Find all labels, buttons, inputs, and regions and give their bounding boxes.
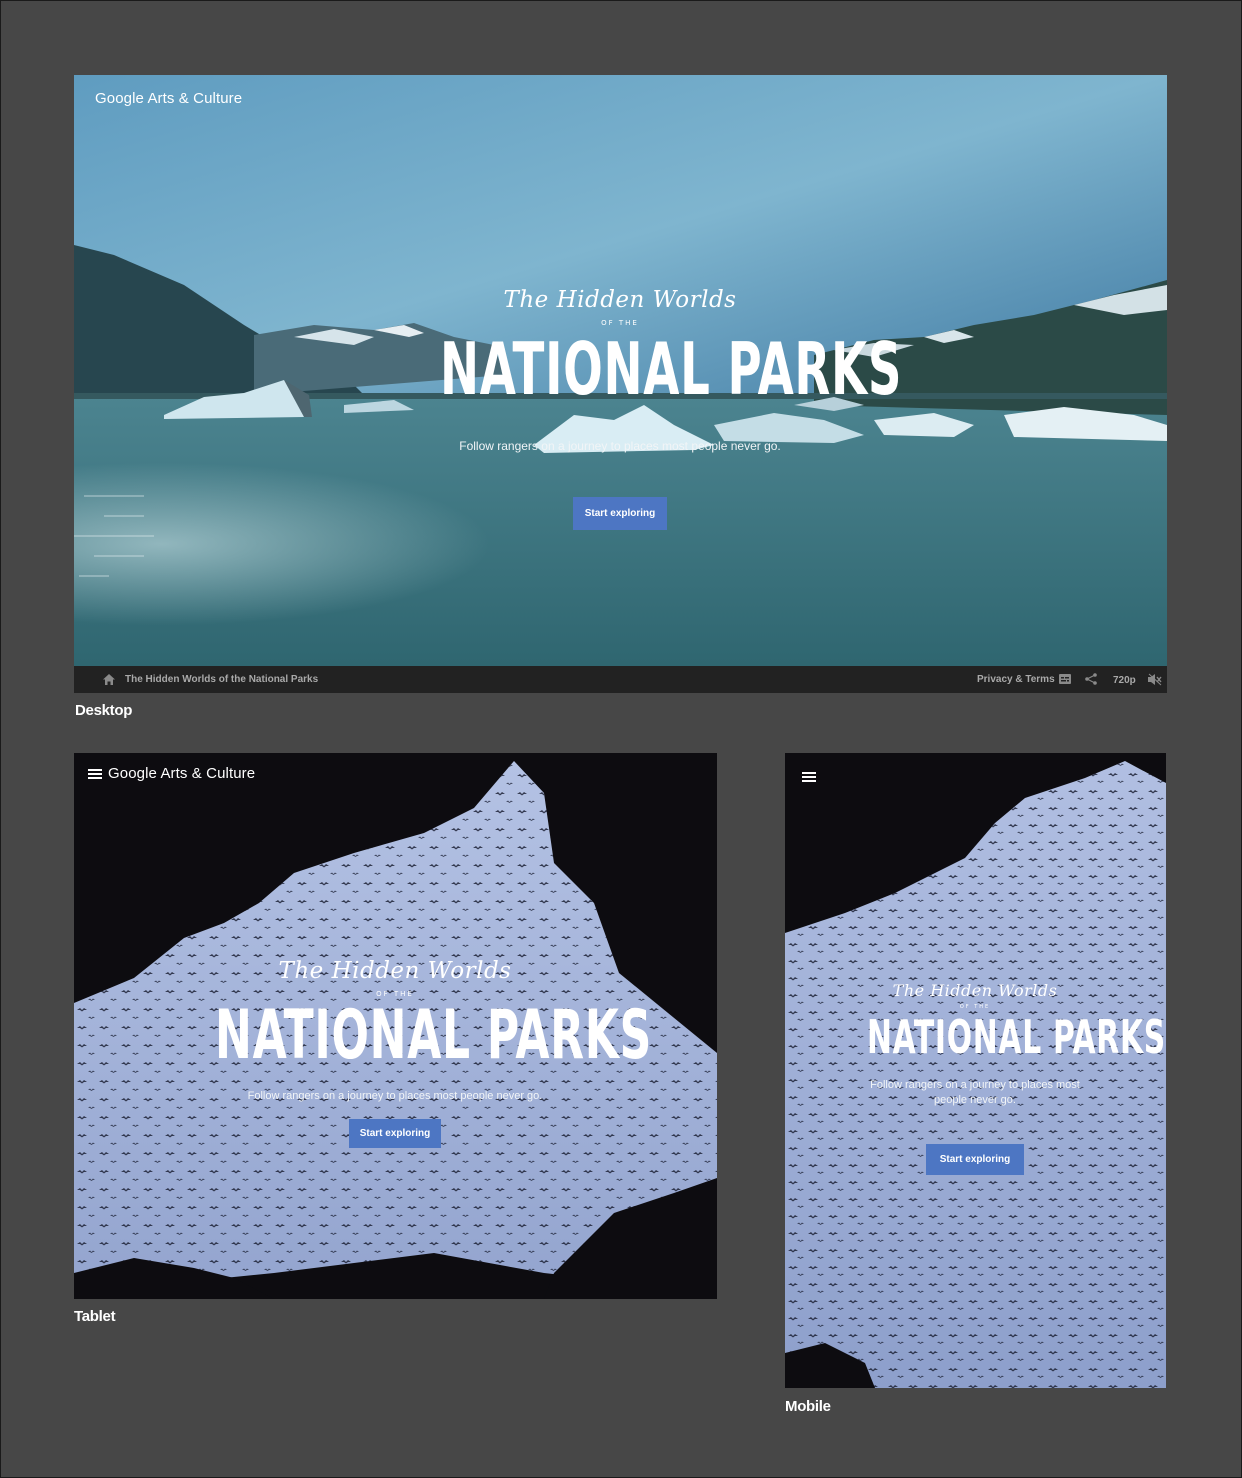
- hero-subtitle-line2: people never go.: [934, 1094, 1016, 1106]
- hero-title: NATIONAL PARKS: [867, 1010, 1166, 1064]
- brand-product: Arts & Culture: [160, 765, 256, 782]
- tablet-label: Tablet: [74, 1308, 116, 1325]
- brand-google: Google: [95, 90, 144, 107]
- brand-google: Google: [108, 765, 157, 782]
- hero-content: The Hidden Worlds OF THE NATIONAL PARKS …: [370, 287, 903, 530]
- home-icon[interactable]: [103, 674, 115, 685]
- hero-script-title: The Hidden Worlds: [892, 981, 1058, 1000]
- hero-script-title: The Hidden Worlds: [278, 958, 512, 984]
- share-icon[interactable]: [1085, 673, 1097, 685]
- hero-video-glacier: Google Arts & Culture The Hidden Worlds …: [74, 75, 1167, 666]
- hero-content: The Hidden Worlds OF THE NATIONAL PARKS …: [145, 958, 653, 1148]
- hero-content: The Hidden Worlds OF THE NATIONAL PARKS …: [825, 981, 1166, 1175]
- captions-icon[interactable]: [1059, 674, 1071, 684]
- hero-of-the: OF THE: [601, 319, 639, 327]
- quality-selector[interactable]: 720p: [1113, 675, 1136, 686]
- menu-icon[interactable]: [88, 769, 102, 779]
- desktop-mockup: Google Arts & Culture The Hidden Worlds …: [74, 75, 1167, 693]
- desktop-label: Desktop: [75, 702, 133, 719]
- mobile-label: Mobile: [785, 1398, 831, 1415]
- brand-logo[interactable]: Google Arts & Culture: [108, 765, 255, 782]
- mobile-mockup: The Hidden Worlds OF THE NATIONAL PARKS …: [785, 753, 1166, 1388]
- hero-title: NATIONAL PARKS: [440, 327, 903, 411]
- hero-title: NATIONAL PARKS: [215, 996, 653, 1075]
- hero-subtitle: Follow rangers on a journey to places mo…: [825, 1078, 1125, 1108]
- hero-script-title: The Hidden Worlds: [503, 287, 737, 313]
- hero-subtitle: Follow rangers on a journey to places mo…: [459, 439, 781, 453]
- player-bar: The Hidden Worlds of the National Parks …: [74, 666, 1167, 693]
- tablet-mockup: Google Arts & Culture The Hidden Worlds …: [74, 753, 717, 1299]
- player-bar-title: The Hidden Worlds of the National Parks: [125, 674, 319, 685]
- start-exploring-button[interactable]: Start exploring: [925, 1144, 1025, 1175]
- menu-icon[interactable]: [802, 772, 816, 782]
- hero-subtitle: Follow rangers on a journey to places mo…: [247, 1090, 543, 1102]
- start-exploring-button[interactable]: Start exploring: [572, 497, 668, 530]
- hero-subtitle-line1: Follow rangers on a journey to places mo…: [870, 1079, 1080, 1091]
- mute-icon[interactable]: [1148, 673, 1162, 686]
- start-exploring-button[interactable]: Start exploring: [348, 1119, 442, 1148]
- brand-product: Arts & Culture: [147, 90, 243, 107]
- privacy-terms-link[interactable]: Privacy & Terms: [977, 674, 1055, 685]
- brand-logo[interactable]: Google Arts & Culture: [95, 90, 242, 107]
